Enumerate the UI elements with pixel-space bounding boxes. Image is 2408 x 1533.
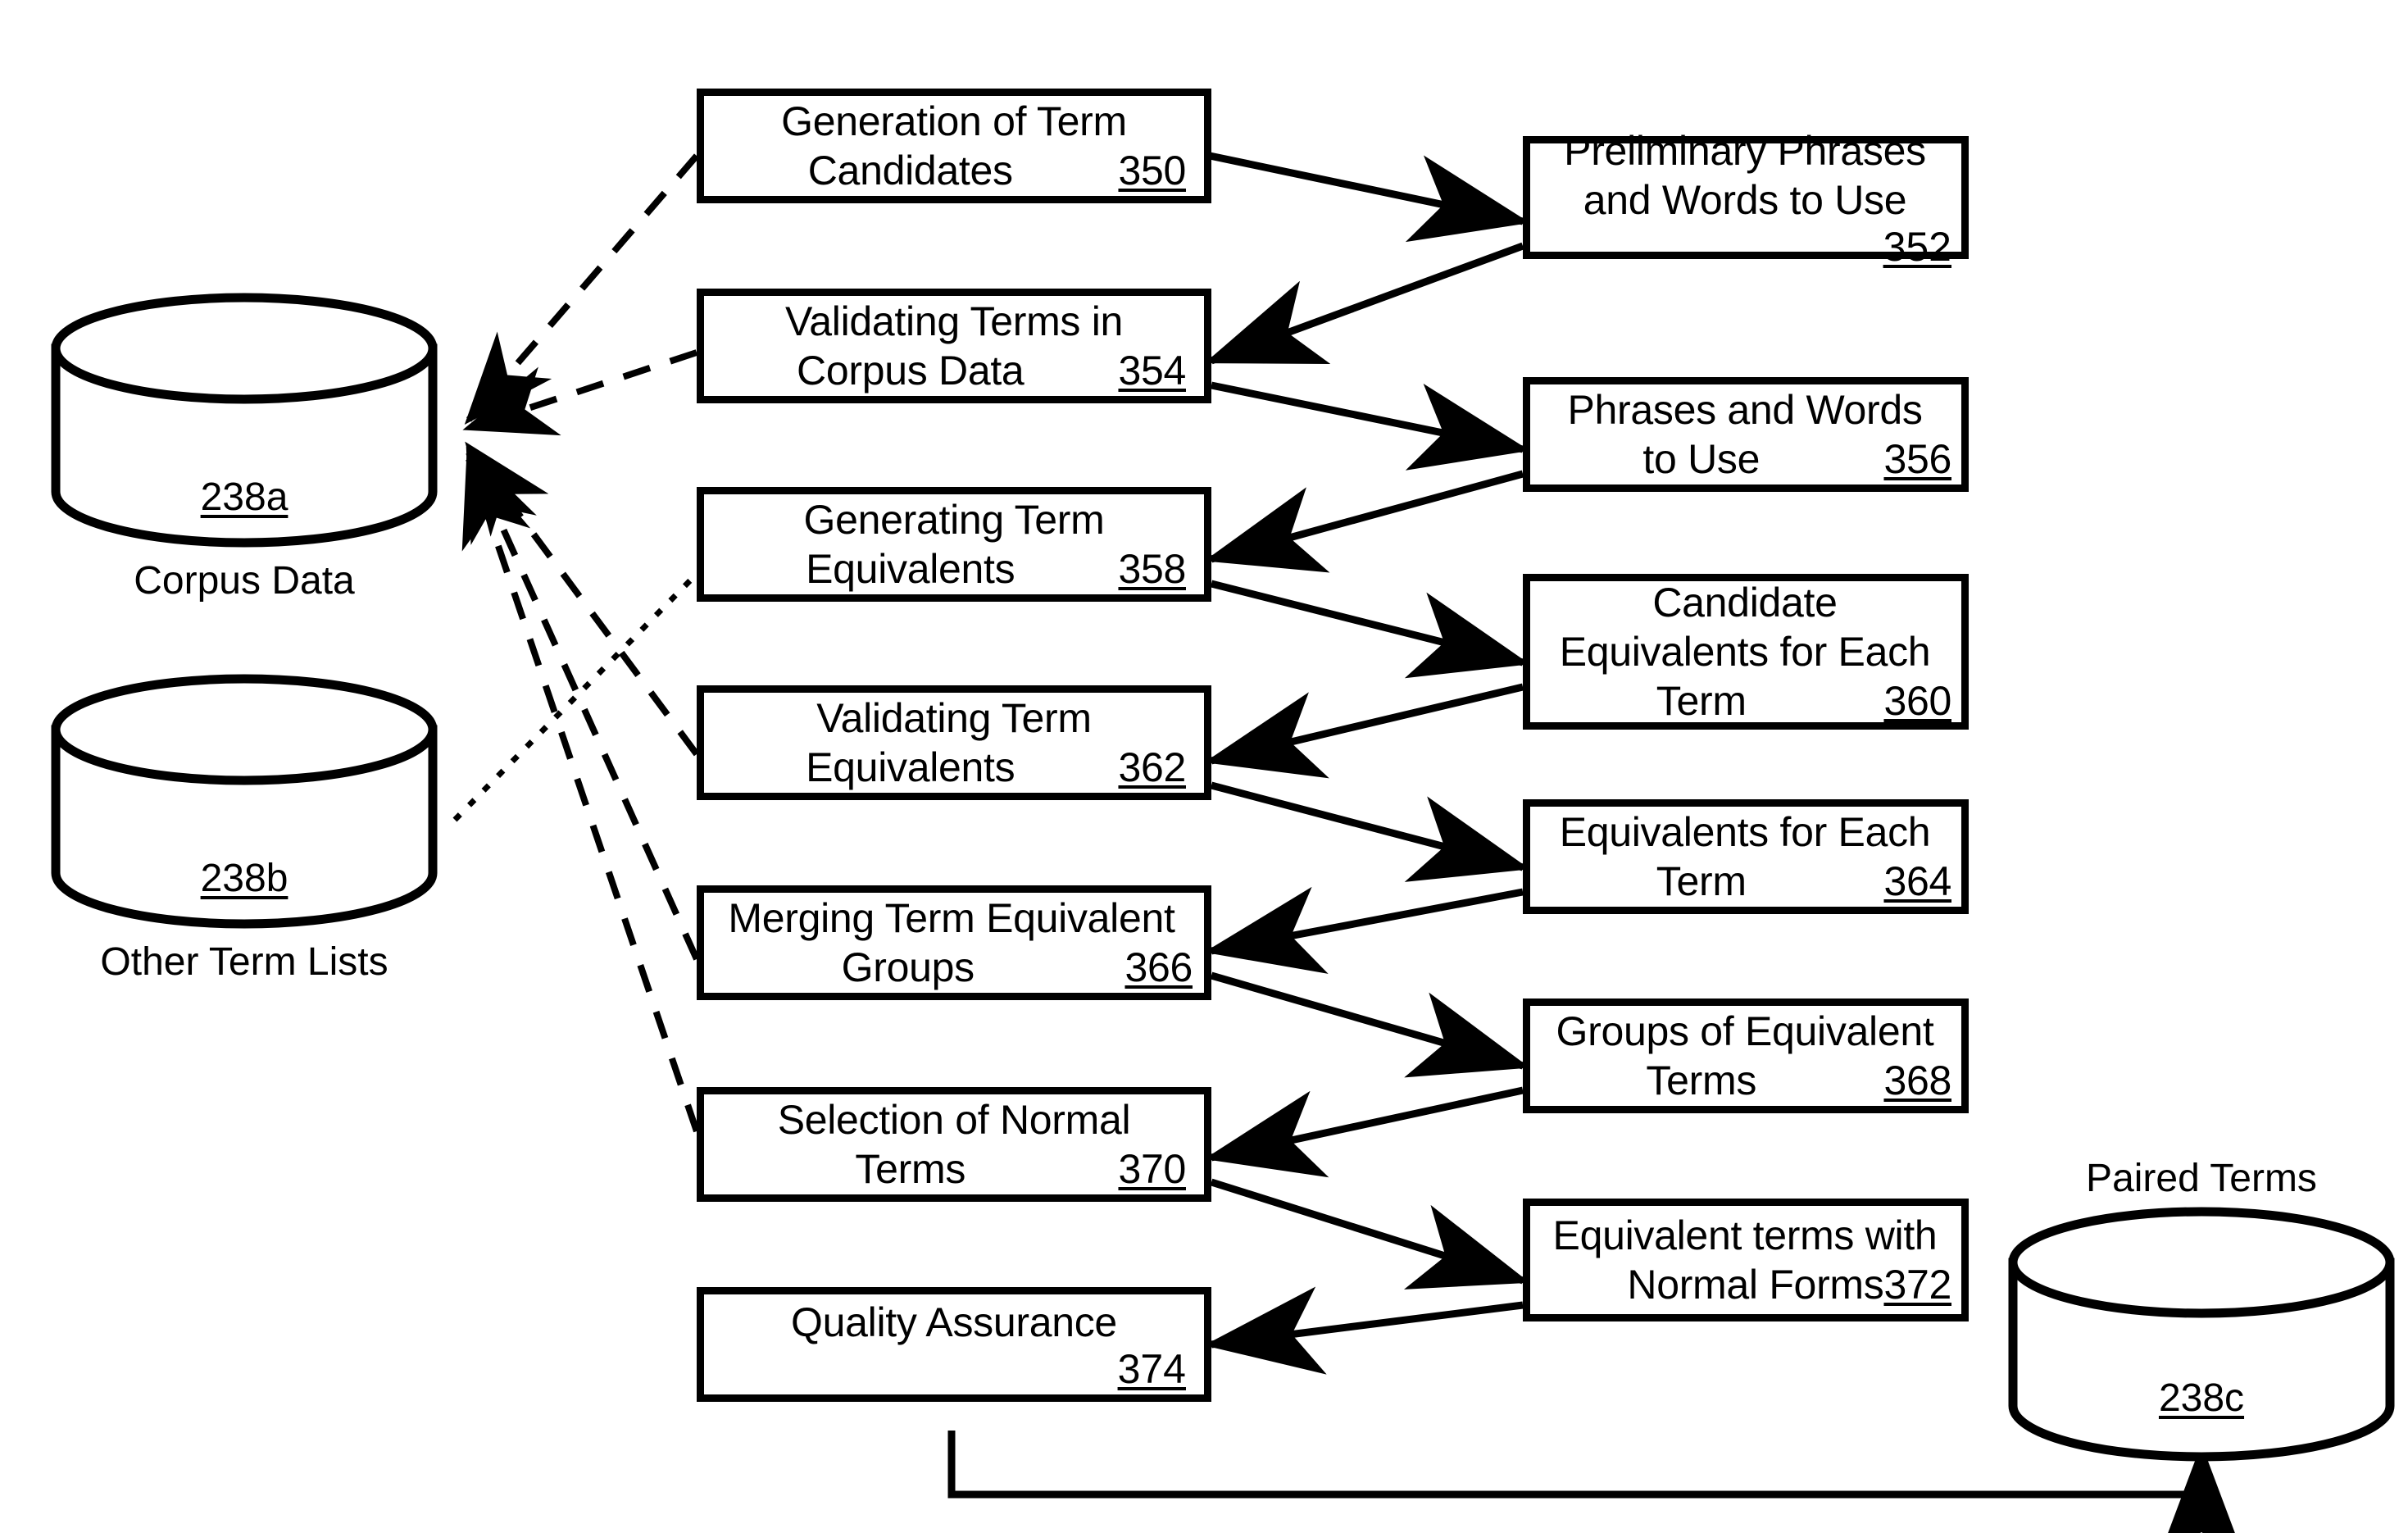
process-box-362-line2: Equivalents 362 xyxy=(722,743,1186,792)
artifact-box-368[interactable]: Groups of Equivalent Terms 368 xyxy=(1523,998,1969,1113)
process-box-374-refrow: 374 xyxy=(722,1347,1186,1391)
process-box-370-ref: 370 xyxy=(1118,1146,1186,1192)
artifact-box-368-ref: 368 xyxy=(1883,1058,1951,1103)
artifact-box-364-line2-text: Term xyxy=(1656,858,1747,904)
dashed-corpus-links xyxy=(461,153,700,1133)
cylinder-238b[interactable]: 238b Other Term Lists xyxy=(56,679,433,984)
process-box-350-line1: Generation of Term xyxy=(781,98,1127,144)
artifact-box-368-line2: Terms 368 xyxy=(1538,1056,1951,1105)
process-box-358[interactable]: Generating Term Equivalents 358 xyxy=(697,487,1211,602)
process-arrows xyxy=(1204,152,1530,1375)
artifact-box-364-line1: Equivalents for Each xyxy=(1559,809,1931,855)
artifact-box-356-line2-text: to Use xyxy=(1642,436,1761,482)
artifact-box-372-ref: 372 xyxy=(1883,1262,1951,1308)
process-box-354-line2-text: Corpus Data xyxy=(797,348,1025,393)
artifact-box-360-line1: Candidate xyxy=(1652,580,1838,625)
process-box-362[interactable]: Validating Term Equivalents 362 xyxy=(697,685,1211,800)
process-box-366-line2: Groups 366 xyxy=(711,943,1193,992)
artifact-box-372-line2-text: Normal Forms xyxy=(1627,1262,1884,1308)
artifact-box-368-line1: Groups of Equivalent xyxy=(1556,1008,1934,1054)
artifact-box-372-line1: Equivalent terms with xyxy=(1552,1212,1938,1258)
cylinder-238a-id: 238a xyxy=(200,475,289,519)
cylinder-238b-label: Other Term Lists xyxy=(100,940,388,984)
artifact-box-360-line3-text: Term xyxy=(1656,678,1747,724)
process-box-358-line2-text: Equivalents xyxy=(806,546,1015,592)
process-box-366-line1: Merging Term Equivalent xyxy=(728,895,1175,941)
process-box-366-ref: 366 xyxy=(1124,944,1193,990)
artifact-box-352-line2: and Words to Use xyxy=(1583,177,1907,223)
process-box-358-ref: 358 xyxy=(1118,546,1186,592)
artifact-box-364-line2: Term 364 xyxy=(1538,857,1952,906)
artifact-box-356[interactable]: Phrases and Words to Use 356 xyxy=(1523,377,1969,492)
process-box-362-ref: 362 xyxy=(1118,744,1186,790)
process-box-370[interactable]: Selection of Normal Terms 370 xyxy=(697,1087,1211,1202)
cylinder-238c-label: Paired Terms xyxy=(2086,1157,2317,1200)
process-box-374[interactable]: Quality Assurance 374 xyxy=(697,1287,1211,1402)
process-box-370-line2-text: Terms xyxy=(855,1146,966,1192)
cylinder-238a[interactable]: 238a Corpus Data xyxy=(56,298,433,603)
artifact-box-352-line1: Preliminary Phrases xyxy=(1564,128,1926,174)
artifact-box-360-ref: 360 xyxy=(1883,678,1951,724)
artifact-box-352-ref: 352 xyxy=(1883,224,1951,270)
cylinder-238c[interactable]: Paired Terms 238c xyxy=(2013,1156,2390,1484)
artifact-box-364-ref: 364 xyxy=(1883,858,1951,904)
artifact-box-360[interactable]: Candidate Equivalents for Each Term 360 xyxy=(1523,574,1969,730)
figure-canvas: Generation of Term Candidates 350 Valida… xyxy=(0,0,2408,1533)
process-box-370-line1: Selection of Normal xyxy=(777,1097,1131,1143)
process-box-370-line2: Terms 370 xyxy=(722,1144,1186,1194)
process-box-354-line1: Validating Terms in xyxy=(784,298,1124,344)
cylinder-238a-label: Corpus Data xyxy=(134,559,355,603)
process-box-362-line2-text: Equivalents xyxy=(806,744,1015,790)
process-box-374-ref: 374 xyxy=(1117,1346,1186,1392)
process-box-354-line2: Corpus Data 354 xyxy=(722,346,1186,395)
cylinder-238b-id: 238b xyxy=(200,857,289,900)
process-box-358-line1: Generating Term xyxy=(803,497,1105,543)
artifact-box-360-line3: Term 360 xyxy=(1538,676,1952,726)
artifact-box-356-line1: Phrases and Words xyxy=(1567,387,1923,433)
artifact-box-372[interactable]: Equivalent terms with Normal Forms 372 xyxy=(1523,1199,1969,1321)
artifact-box-360-line2: Equivalents for Each xyxy=(1559,629,1931,675)
artifact-box-352-refrow: 352 xyxy=(1538,225,1951,269)
process-box-350-ref: 350 xyxy=(1118,148,1186,193)
process-box-350-line2-text: Candidates xyxy=(807,148,1013,193)
artifact-box-368-line2-text: Terms xyxy=(1646,1058,1757,1103)
process-box-350[interactable]: Generation of Term Candidates 350 xyxy=(697,89,1211,203)
artifact-box-352[interactable]: Preliminary Phrases and Words to Use 352 xyxy=(1523,128,1969,269)
cylinder-238c-id: 238c xyxy=(2158,1376,2245,1420)
process-box-374-line1: Quality Assurance xyxy=(791,1299,1117,1345)
process-box-358-line2: Equivalents 358 xyxy=(722,544,1186,594)
artifact-box-372-line2: Normal Forms 372 xyxy=(1538,1260,1951,1309)
artifact-box-364[interactable]: Equivalents for Each Term 364 xyxy=(1523,799,1969,914)
process-box-362-line1: Validating Term xyxy=(816,695,1092,741)
process-box-350-line2: Candidates 350 xyxy=(722,146,1187,195)
process-box-354-ref: 354 xyxy=(1118,348,1186,393)
artifact-box-356-ref: 356 xyxy=(1883,436,1951,482)
process-box-354[interactable]: Validating Terms in Corpus Data 354 xyxy=(697,289,1211,403)
process-box-366-line2-text: Groups xyxy=(841,944,975,990)
process-box-366[interactable]: Merging Term Equivalent Groups 366 xyxy=(697,885,1211,1000)
artifact-box-356-line2: to Use 356 xyxy=(1538,434,1951,484)
